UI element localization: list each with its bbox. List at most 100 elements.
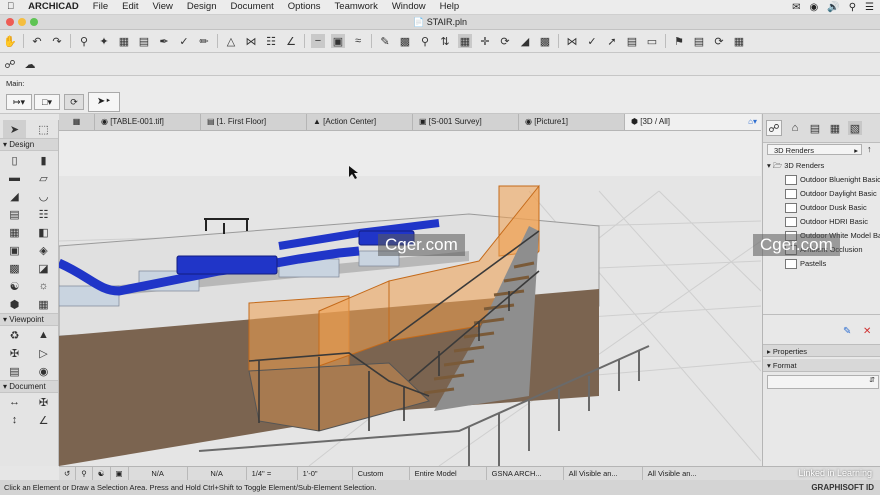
delete-icon[interactable]: ✕	[863, 326, 871, 337]
navigator-dropdown[interactable]: 3D Renders ▸	[767, 144, 862, 155]
send-receive-icon[interactable]: ☁	[23, 57, 37, 71]
wall-icon[interactable]: ▯	[3, 151, 26, 169]
pan-icon[interactable]: ✋	[3, 34, 17, 48]
zoom-icon[interactable]: ⚲	[76, 467, 93, 481]
group-icon[interactable]: ▩	[398, 34, 412, 48]
guide-icon[interactable]: ▣	[331, 34, 345, 48]
lock-icon[interactable]: ⚲	[418, 34, 432, 48]
zone-icon[interactable]: ◪	[32, 259, 55, 277]
rotate-icon[interactable]: ⟳	[498, 34, 512, 48]
layout-book-icon[interactable]: ▦	[828, 121, 842, 135]
siri-icon[interactable]: ◉	[810, 2, 819, 13]
properties-header[interactable]: ▸ Properties	[763, 344, 880, 357]
grid-icon[interactable]: ☷	[264, 34, 278, 48]
arrow-select-icon[interactable]: ➤	[3, 120, 26, 138]
graphisoft-id-label[interactable]: GRAPHISOFT ID	[811, 480, 874, 495]
menu-options[interactable]: Options	[281, 0, 328, 14]
layout-icon[interactable]: ▦	[732, 34, 746, 48]
interior-elevation-icon[interactable]: ✠	[3, 344, 26, 362]
multiply-icon[interactable]: ▩	[538, 34, 552, 48]
scale-value[interactable]: 1/4" =	[247, 467, 298, 481]
menu-file[interactable]: File	[86, 0, 115, 14]
angle-value[interactable]: N/A	[188, 467, 247, 481]
volume-icon[interactable]: 🔊	[827, 2, 839, 13]
triangle-icon[interactable]: △	[224, 34, 238, 48]
skylight-icon[interactable]: ◈	[32, 241, 55, 259]
menu-window[interactable]: Window	[385, 0, 433, 14]
search-icon[interactable]: ⚲	[849, 2, 856, 13]
pen-tool-icon[interactable]: ✎	[378, 34, 392, 48]
menu-view[interactable]: View	[145, 0, 179, 14]
trim-icon[interactable]: ✓	[585, 34, 599, 48]
beam-icon[interactable]: ▬	[3, 169, 26, 187]
toolbox-document-header[interactable]: ▾ Document	[0, 380, 58, 393]
renovation-filter-dropdown[interactable]: All Visible an...	[643, 467, 703, 481]
tab-first-floor[interactable]: ▤ [1. First Floor]	[201, 114, 307, 130]
up-arrow-icon[interactable]: ↑	[867, 144, 872, 154]
menu-document[interactable]: Document	[223, 0, 280, 14]
list-item[interactable]: Outdoor Dusk Basic	[785, 202, 880, 214]
dimension-value[interactable]: 1'-0"	[298, 467, 353, 481]
tab-s001-survey[interactable]: ▣ [S-001 Survey]	[413, 114, 519, 130]
pencil-icon[interactable]: ✏	[197, 34, 211, 48]
mail-icon[interactable]: ✉	[792, 2, 800, 13]
adjust-icon[interactable]: ➚	[605, 34, 619, 48]
elevation-icon[interactable]: ▲	[32, 326, 55, 344]
stair-icon[interactable]: ▤	[3, 205, 26, 223]
suspend-group-icon[interactable]: ⇅	[438, 34, 452, 48]
undo-icon[interactable]: ↶	[30, 34, 44, 48]
morph-icon[interactable]: ⬢	[3, 295, 26, 313]
list-icon[interactable]: ☰	[865, 2, 874, 13]
minimize-window-button[interactable]	[18, 18, 26, 26]
navigator-popup-icon[interactable]: ☍	[766, 120, 782, 136]
fit-window-icon[interactable]: ▣	[111, 467, 129, 481]
text-icon[interactable]: ↕	[3, 411, 26, 429]
resize-icon[interactable]: ▤	[625, 34, 639, 48]
toolbox-design-header[interactable]: ▾ Design	[0, 138, 58, 151]
tab-table-001[interactable]: ◉ [TABLE-001.tif]	[95, 114, 201, 130]
rotated-marquee-icon[interactable]: ⟳	[64, 94, 84, 110]
tab-picture1[interactable]: ◉ [Picture1]	[519, 114, 625, 130]
list-item[interactable]: Outdoor Daylight Basic	[785, 188, 880, 200]
worksheet-icon[interactable]: ▷	[32, 344, 55, 362]
publish-icon[interactable]: ▤	[692, 34, 706, 48]
menu-edit[interactable]: Edit	[115, 0, 145, 14]
gravity-icon[interactable]: ≈	[351, 34, 365, 48]
list-item[interactable]: Outdoor Bluenight Basic	[785, 174, 880, 186]
slab-icon[interactable]: ▱	[32, 169, 55, 187]
model-view-dropdown[interactable]: Entire Model	[410, 467, 487, 481]
list-item[interactable]: Pastells	[785, 258, 880, 270]
teamwork-icon[interactable]: ☍	[3, 57, 17, 71]
mesh-icon[interactable]: ☯	[3, 277, 26, 295]
label-icon[interactable]: ∠	[32, 411, 55, 429]
dimension-standard-dropdown[interactable]: GSNA ARCH...	[487, 467, 564, 481]
camera-icon[interactable]: ◉	[32, 362, 55, 380]
magic-wand-icon[interactable]: ✦	[97, 34, 111, 48]
selection-method-icon[interactable]: ↦▾	[6, 94, 32, 110]
orbit-icon[interactable]: ☯	[93, 467, 111, 481]
window-icon[interactable]: ▣	[3, 241, 26, 259]
menu-teamwork[interactable]: Teamwork	[328, 0, 385, 14]
drag-icon[interactable]: ✛	[478, 34, 492, 48]
angle-icon[interactable]: ∠	[284, 34, 298, 48]
menu-app[interactable]: ARCHICAD	[21, 0, 86, 14]
offset-icon[interactable]: ▭	[645, 34, 659, 48]
object-icon[interactable]: ▩	[3, 259, 26, 277]
mirror-icon[interactable]: ◢	[518, 34, 532, 48]
eyedropper-icon[interactable]: ✒	[157, 34, 171, 48]
pen-set-dropdown[interactable]: Custom	[353, 467, 410, 481]
railing-icon[interactable]: ☷	[32, 205, 55, 223]
dimension-icon[interactable]: ↔	[3, 393, 26, 411]
3d-viewport[interactable]: Cger.com	[59, 131, 761, 466]
arrange-icon[interactable]: ▦	[458, 34, 472, 48]
view-map-icon[interactable]: ▤	[808, 121, 822, 135]
roof-icon[interactable]: ◢	[3, 187, 26, 205]
toolbox-viewpoint-header[interactable]: ▾ Viewpoint	[0, 313, 58, 326]
flag-icon[interactable]: ⚑	[672, 34, 686, 48]
section-icon[interactable]: ♻	[3, 326, 26, 344]
tab-3d-all[interactable]: ⬢ [3D / All] ⌂▾	[625, 114, 761, 130]
menu-design[interactable]: Design	[180, 0, 224, 14]
snap-line-icon[interactable]: −	[311, 34, 325, 48]
refresh-icon[interactable]: ⟳	[712, 34, 726, 48]
menu-help[interactable]: Help	[433, 0, 467, 14]
